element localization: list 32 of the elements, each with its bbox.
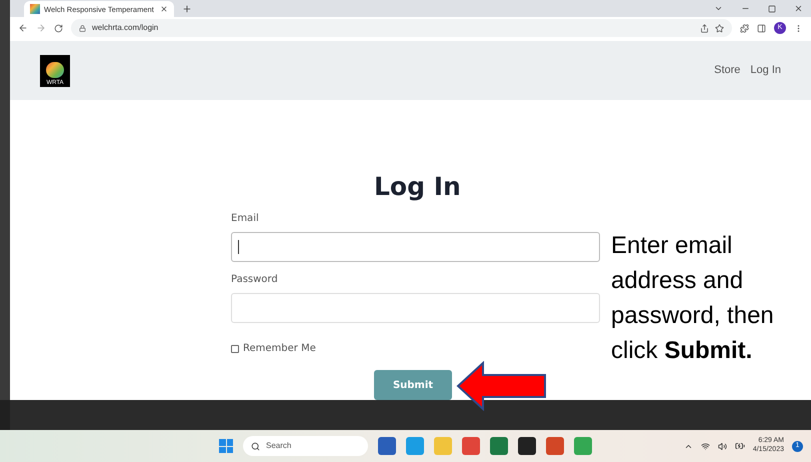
address-bar[interactable]: welchrta.com/login bbox=[71, 19, 732, 38]
checkbox-label: Remember Me bbox=[243, 342, 316, 356]
close-icon[interactable] bbox=[160, 5, 168, 14]
text-cursor bbox=[238, 240, 239, 254]
extensions-icon[interactable] bbox=[740, 24, 749, 33]
taskbar-search-field[interactable]: Search bbox=[243, 436, 368, 456]
search-placeholder: Search bbox=[266, 440, 292, 452]
share-icon[interactable] bbox=[700, 24, 709, 33]
wifi-icon[interactable] bbox=[700, 442, 710, 450]
page-title: Log In bbox=[374, 174, 461, 199]
back-icon[interactable] bbox=[18, 23, 28, 34]
field-label: Password bbox=[231, 273, 278, 287]
maximize-icon[interactable] bbox=[768, 4, 776, 13]
new-tab-icon[interactable] bbox=[182, 4, 192, 14]
bookmark-icon[interactable] bbox=[715, 24, 724, 33]
battery-icon[interactable] bbox=[734, 441, 745, 451]
volume-icon[interactable] bbox=[718, 442, 727, 450]
reload-icon[interactable] bbox=[54, 24, 63, 33]
annotation-text: Enter email address and password, then click Submit. bbox=[611, 231, 775, 366]
checkbox[interactable] bbox=[231, 344, 239, 352]
field-label: Email bbox=[231, 212, 259, 226]
lock-icon bbox=[79, 24, 86, 32]
url-text: welchrta.com/login bbox=[92, 22, 158, 34]
close-icon[interactable] bbox=[794, 4, 803, 14]
favicon-icon bbox=[30, 4, 40, 14]
nav-link[interactable]: Store bbox=[714, 62, 740, 79]
side-panel-icon[interactable] bbox=[757, 24, 766, 33]
nav-link[interactable]: Log In bbox=[750, 62, 781, 79]
input-field[interactable] bbox=[231, 232, 600, 262]
input-field[interactable] bbox=[231, 293, 600, 323]
search-icon bbox=[251, 442, 260, 450]
windows-start-icon[interactable] bbox=[219, 439, 233, 453]
